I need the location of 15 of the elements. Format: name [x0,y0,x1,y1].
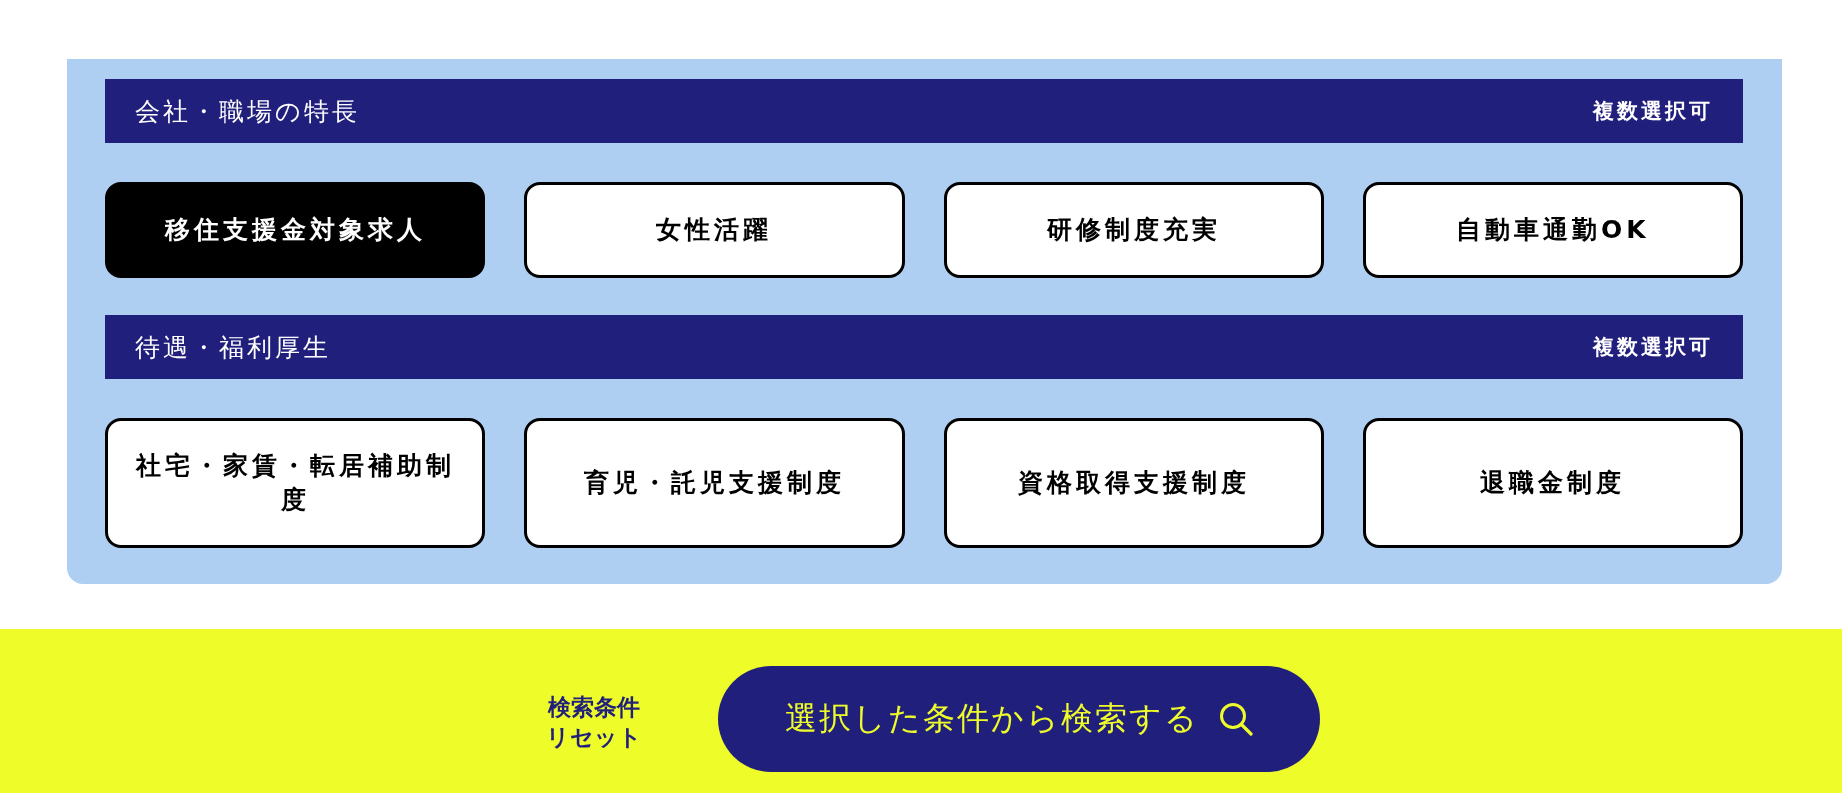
search-button[interactable]: 選択した条件から検索する [718,666,1320,772]
section-title: 待遇・福利厚生 [135,331,331,364]
option-button[interactable]: 社宅・家賃・転居補助制度 [105,418,486,548]
multi-select-note: 複数選択可 [1593,334,1713,361]
multi-select-note: 複数選択可 [1593,98,1713,125]
section-title: 会社・職場の特長 [135,95,360,128]
option-button[interactable]: 自動車通勤OK [1362,182,1743,278]
reset-link[interactable]: 検索条件リセット [538,692,650,752]
option-button[interactable]: 育児・託児支援制度 [524,418,905,548]
option-button[interactable]: 資格取得支援制度 [943,418,1324,548]
option-button[interactable]: 女性活躍 [524,182,905,278]
option-button[interactable]: 退職金制度 [1362,418,1743,548]
option-button[interactable]: 移住支援金対象求人 [105,182,486,278]
search-icon [1219,702,1253,736]
option-button[interactable]: 研修制度充実 [943,182,1324,278]
